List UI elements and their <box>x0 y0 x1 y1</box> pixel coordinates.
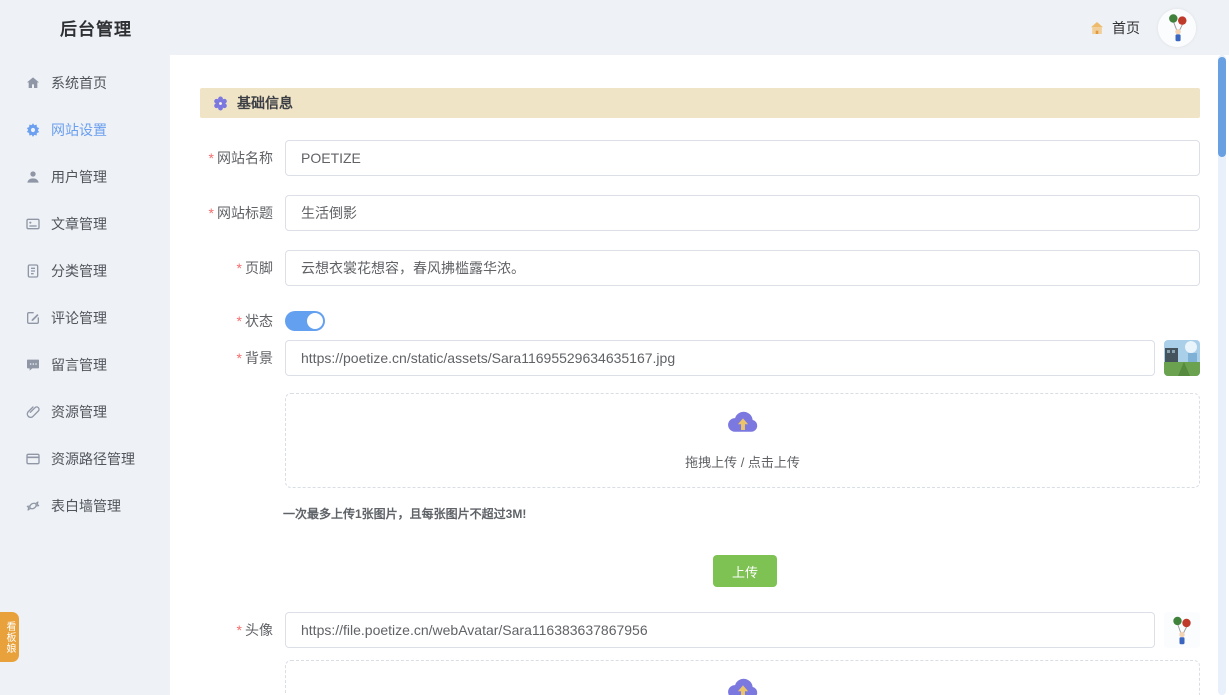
user-icon <box>25 169 41 185</box>
site-name-label: * 网站名称 <box>208 150 273 166</box>
upload-button[interactable]: 上传 <box>713 555 777 587</box>
form-row-site-name: * 网站名称 <box>195 140 1200 176</box>
required-asterisk: * <box>236 350 242 366</box>
dropzone-text: 拖拽上传 / 点击上传 <box>685 455 800 470</box>
candy-icon <box>25 498 41 514</box>
section-title: 基础信息 <box>237 95 293 111</box>
toggle-knob <box>307 313 323 329</box>
site-title-label: * 网站标题 <box>208 205 273 221</box>
sidebar-item-message-management[interactable]: 留言管理 <box>0 341 170 388</box>
comment-edit-icon <box>25 310 41 326</box>
sidebar-item-system-home[interactable]: 系统首页 <box>0 59 170 106</box>
top-header: 后台管理 首页 <box>0 0 1229 55</box>
form-row-avatar: * 头像 <box>195 612 1200 648</box>
cloud-upload-icon <box>727 678 757 695</box>
main-content: 基础信息 *网站名称 *网站标题 *页脚 *状态 *背景 <box>170 55 1229 695</box>
flower-gear-icon <box>212 95 229 112</box>
app-title: 后台管理 <box>60 20 132 39</box>
avatar-upload-dropzone[interactable]: 拖拽上传 / 点击上传 <box>285 660 1200 695</box>
footer-input[interactable] <box>285 250 1200 286</box>
avatar-cartoon-icon <box>1158 8 1196 47</box>
paperclip-icon <box>25 404 41 420</box>
site-name-input[interactable] <box>285 140 1200 176</box>
required-asterisk: * <box>208 150 214 166</box>
floating-tag[interactable]: 看板娘 <box>0 612 19 662</box>
sidebar-item-comment-management[interactable]: 评论管理 <box>0 294 170 341</box>
sidebar-item-category-management[interactable]: 分类管理 <box>0 247 170 294</box>
sidebar-item-site-settings[interactable]: 网站设置 <box>0 106 170 153</box>
upload-tip: 一次最多上传1张图片，且每张图片不超过3M! <box>283 507 527 521</box>
form-row-footer: * 页脚 <box>195 250 1200 286</box>
sidebar-item-label: 评论管理 <box>51 309 107 326</box>
user-avatar[interactable] <box>1158 8 1196 47</box>
background-label: * 背景 <box>236 350 273 366</box>
background-url-input[interactable] <box>285 340 1155 376</box>
form-row-background: * 背景 <box>195 340 1200 376</box>
avatar-thumbnail[interactable] <box>1164 612 1200 648</box>
home-link-label: 首页 <box>1112 19 1140 36</box>
sidebar-item-resource-management[interactable]: 资源管理 <box>0 388 170 435</box>
card-icon <box>25 451 41 467</box>
sidebar-item-label: 用户管理 <box>51 168 107 185</box>
required-asterisk: * <box>236 622 242 638</box>
required-asterisk: * <box>236 260 242 276</box>
category-icon <box>25 263 41 279</box>
background-upload-dropzone[interactable]: 拖拽上传 / 点击上传 <box>285 393 1200 488</box>
sidebar-item-label: 分类管理 <box>51 262 107 279</box>
sidebar-item-user-management[interactable]: 用户管理 <box>0 153 170 200</box>
sidebar-item-label: 系统首页 <box>51 74 107 91</box>
gear-icon <box>25 122 41 138</box>
avatar-thumbnail-image <box>1164 612 1200 648</box>
house-icon <box>1088 19 1106 37</box>
form-row-site-title: * 网站标题 <box>195 195 1200 231</box>
status-toggle[interactable] <box>285 311 325 331</box>
sidebar-item-label: 资源路径管理 <box>51 450 135 467</box>
avatar-label: * 头像 <box>236 622 273 638</box>
sidebar-item-article-management[interactable]: 文章管理 <box>0 200 170 247</box>
home-link[interactable]: 首页 <box>1088 18 1140 38</box>
sidebar-item-label: 文章管理 <box>51 215 107 232</box>
chat-icon <box>25 357 41 373</box>
home-icon <box>25 75 41 91</box>
background-thumbnail[interactable] <box>1164 340 1200 376</box>
form-row-status: * 状态 <box>195 303 1200 339</box>
sidebar-item-label: 留言管理 <box>51 356 107 373</box>
sidebar-item-label: 网站设置 <box>51 121 107 138</box>
avatar-url-input[interactable] <box>285 612 1155 648</box>
required-asterisk: * <box>236 313 242 329</box>
sidebar-item-label: 资源管理 <box>51 403 107 420</box>
article-icon <box>25 216 41 232</box>
section-header-basic-info: 基础信息 <box>200 88 1200 118</box>
footer-label: * 页脚 <box>236 260 273 276</box>
scrollbar-thumb[interactable] <box>1218 57 1226 157</box>
sidebar-item-resource-path-management[interactable]: 资源路径管理 <box>0 435 170 482</box>
sidebar-item-confession-wall-management[interactable]: 表白墙管理 <box>0 482 170 529</box>
status-label: * 状态 <box>236 313 273 329</box>
required-asterisk: * <box>208 205 214 221</box>
header-right: 首页 <box>1088 8 1196 47</box>
sidebar: 系统首页 网站设置 用户管理 文章管理 分类管理 评论管理 留言管理 资源管理 … <box>0 55 170 695</box>
cloud-upload-icon <box>727 411 757 432</box>
sidebar-item-label: 表白墙管理 <box>51 497 121 514</box>
site-title-input[interactable] <box>285 195 1200 231</box>
landscape-thumbnail-image <box>1164 340 1200 376</box>
